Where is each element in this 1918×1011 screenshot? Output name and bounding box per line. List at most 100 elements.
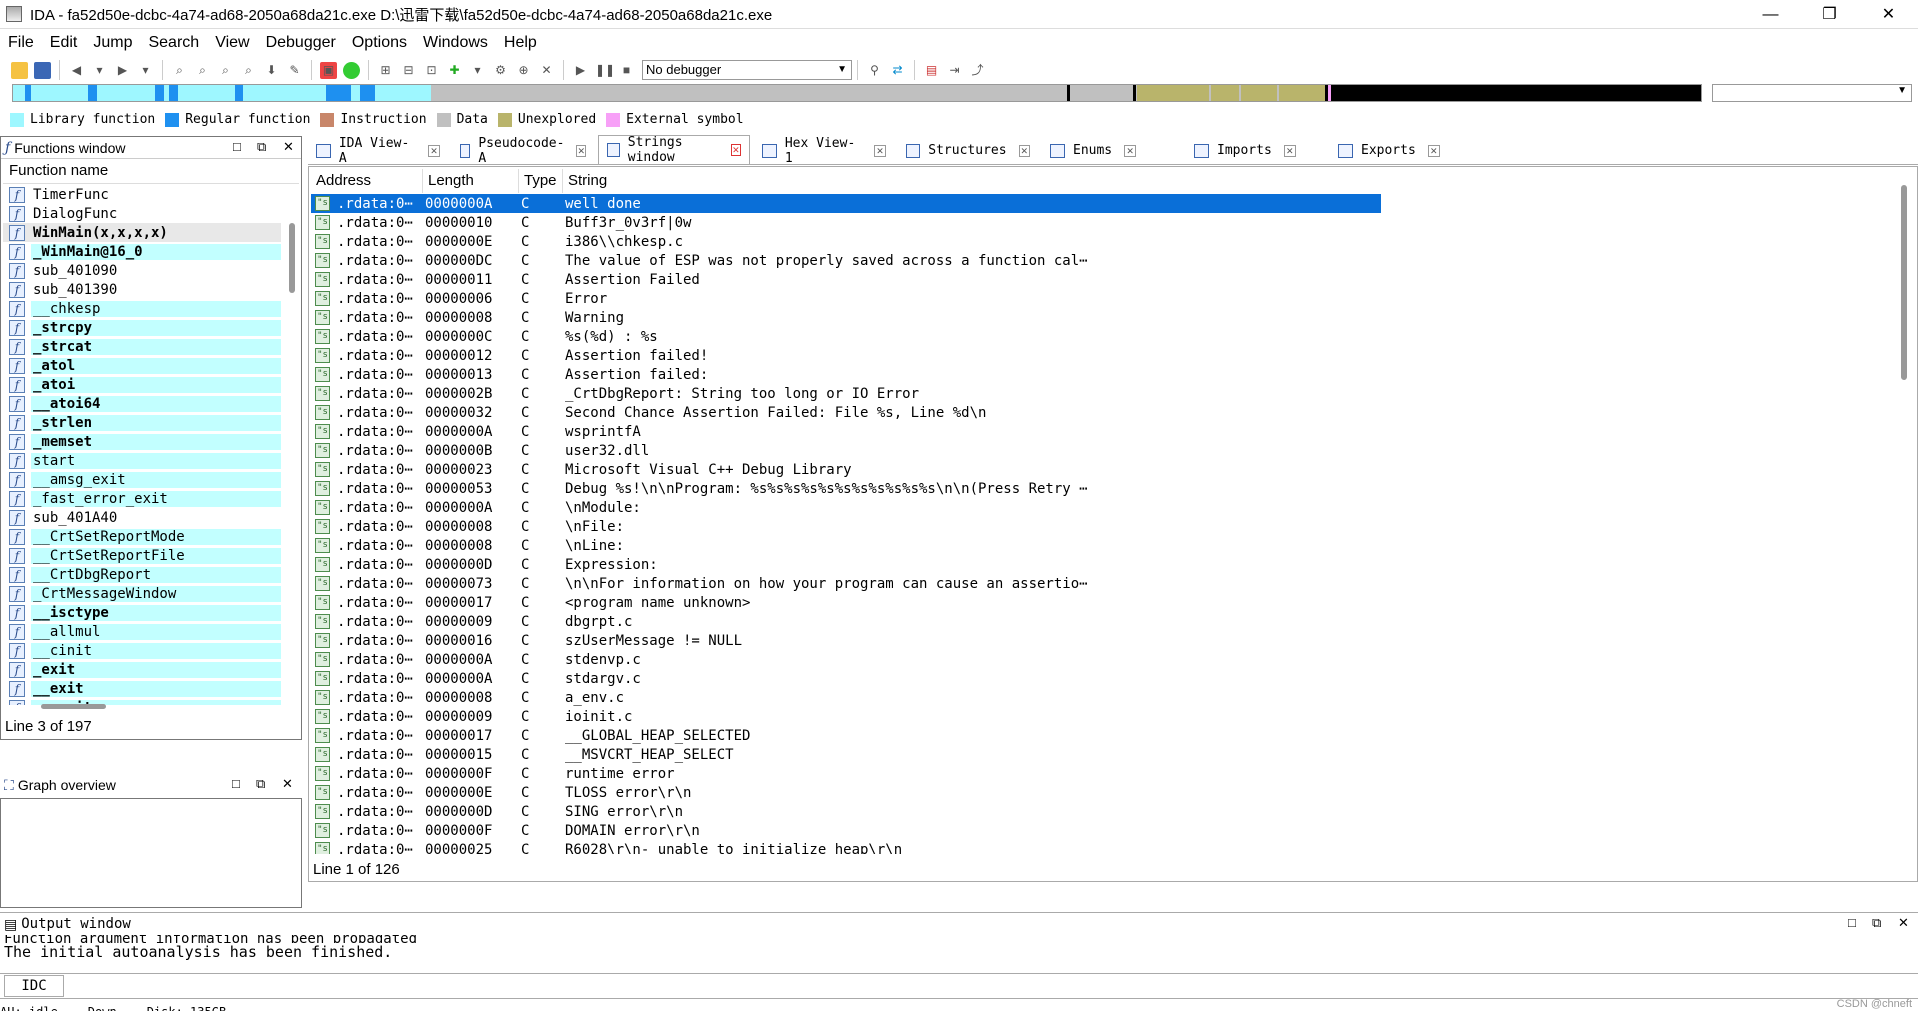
function-list-item[interactable]: f start xyxy=(3,451,281,470)
functions-vscrollbar[interactable] xyxy=(289,185,295,705)
close-tab-icon[interactable]: ✕ xyxy=(730,144,741,156)
column-length[interactable]: Length xyxy=(423,169,519,193)
add-function-icon[interactable]: ⊞ xyxy=(377,62,394,79)
tab-hex-view-1[interactable]: Hex View-1 ✕ xyxy=(754,136,894,166)
stop-process-icon[interactable]: ■ xyxy=(618,62,635,79)
tab-structures[interactable]: Structures ✕ xyxy=(898,137,1038,164)
plugin-icon[interactable]: ✚ xyxy=(446,62,463,79)
string-row[interactable]: "s .rdata:0⋯ 0000000E C TLOSS error\r\n xyxy=(311,783,1381,802)
close-tab-icon[interactable]: ✕ xyxy=(428,144,440,157)
step-icon[interactable]: ⇥ xyxy=(946,62,963,79)
string-row[interactable]: "s .rdata:0⋯ 00000009 Cdbgrpt.c xyxy=(311,612,1381,631)
string-row[interactable]: "s .rdata:0⋯ 00000025 C R6028\r\n- unable to… xyxy=(311,840,1381,854)
panel-float-icon[interactable]: ⧉ xyxy=(256,776,265,792)
string-row[interactable]: "s .rdata:0⋯ 0000000E Ci386\\chkesp.c xyxy=(311,232,1381,251)
pause-process-icon[interactable]: ❚❚ xyxy=(595,62,615,79)
functions-hscrollbar[interactable] xyxy=(41,704,106,709)
tab-pseudocode-a[interactable]: Pseudocode-A ✕ xyxy=(452,136,594,166)
enum-icon[interactable]: ⊡ xyxy=(423,62,440,79)
back-dropdown-icon[interactable]: ▾ xyxy=(91,62,108,79)
menu-help[interactable]: Help xyxy=(496,34,545,52)
string-row[interactable]: "s .rdata:0⋯ 0000000A CwsprintfA xyxy=(311,422,1381,441)
string-row[interactable]: "s .rdata:0⋯ 00000023 C Microsoft Visual C++… xyxy=(311,460,1381,479)
menu-windows[interactable]: Windows xyxy=(415,34,496,52)
string-row[interactable]: "s .rdata:0⋯ 00000017 C <program name unknow… xyxy=(311,593,1381,612)
forward-dropdown-icon[interactable]: ▾ xyxy=(137,62,154,79)
save-icon[interactable] xyxy=(34,61,51,79)
panel-float-icon[interactable]: ⧉ xyxy=(257,139,266,155)
function-list-item[interactable]: f _WinMain@16_0 xyxy=(3,242,281,261)
tab-ida-view-a[interactable]: IDA View-A ✕ xyxy=(308,136,448,166)
switch-debugger-icon[interactable]: ⇄ xyxy=(889,62,906,79)
function-list-item[interactable]: f __isctype xyxy=(3,603,281,622)
function-list-item[interactable]: f __cinit xyxy=(3,641,281,660)
string-row[interactable]: "s .rdata:0⋯ 00000008 C Warning xyxy=(311,308,1381,327)
navigation-band[interactable] xyxy=(12,84,1702,102)
string-row[interactable]: "s .rdata:0⋯ 00000010 C Buff3r_0v3rf|0w xyxy=(311,213,1381,232)
panel-maximize-icon[interactable]: □ xyxy=(233,139,241,154)
tab-strings-window[interactable]: Strings window ✕ xyxy=(598,135,750,165)
tab-imports[interactable]: Imports ✕ xyxy=(1186,137,1326,164)
panel-maximize-icon[interactable]: □ xyxy=(232,776,240,791)
function-name-column-header[interactable]: Function name xyxy=(3,162,299,184)
string-row[interactable]: "s .rdata:0⋯ 00000013 C Assertion failed: xyxy=(311,365,1381,384)
image-icon[interactable]: ▣ xyxy=(320,61,337,79)
menu-debugger[interactable]: Debugger xyxy=(258,34,344,52)
function-list-item[interactable]: f _strcpy xyxy=(3,318,281,337)
download-icon[interactable]: ⬇ xyxy=(263,62,280,79)
function-list-item[interactable]: f _strlen xyxy=(3,413,281,432)
string-row[interactable]: "s .rdata:0⋯ 00000017 C __GLOBAL_HEAP_SELECT… xyxy=(311,726,1381,745)
string-row[interactable]: "s .rdata:0⋯ 00000032 C Second Chance Assert… xyxy=(311,403,1381,422)
patch-icon[interactable]: ✎ xyxy=(286,62,303,79)
menu-file[interactable]: File xyxy=(0,34,42,52)
string-row[interactable]: "s .rdata:0⋯ 00000009 Cioinit.c xyxy=(311,707,1381,726)
function-list-item[interactable]: f __CrtDbgReport xyxy=(3,565,281,584)
function-list-item[interactable]: f _fast_error_exit xyxy=(3,489,281,508)
menu-view[interactable]: View xyxy=(207,34,257,52)
function-list-item[interactable]: f sub_401090 xyxy=(3,261,281,280)
string-row[interactable]: "s .rdata:0⋯ 0000000F C DOMAIN error\r\n xyxy=(311,821,1381,840)
navigation-select[interactable]: ▼ xyxy=(1712,84,1912,102)
menu-edit[interactable]: Edit xyxy=(42,34,86,52)
start-process-icon[interactable]: ▶ xyxy=(572,62,589,79)
string-row[interactable]: "s .rdata:0⋯ 0000000A Cwell done xyxy=(311,194,1381,213)
function-list-item[interactable]: f TimerFunc xyxy=(3,185,281,204)
function-list-item[interactable]: f __chkesp xyxy=(3,299,281,318)
menu-options[interactable]: Options xyxy=(344,34,415,52)
function-list-item[interactable]: f __amsg_exit xyxy=(3,470,281,489)
string-row[interactable]: "s .rdata:0⋯ 00000015 C __MSVCRT_HEAP_SELECT xyxy=(311,745,1381,764)
tab-enums[interactable]: Enums ✕ xyxy=(1042,137,1182,164)
idc-language-button[interactable]: IDC xyxy=(4,975,64,997)
panel-maximize-icon[interactable]: □ xyxy=(1848,915,1856,930)
string-row[interactable]: "s .rdata:0⋯ 000000DC C The value of ESP was… xyxy=(311,251,1381,270)
string-row[interactable]: "s .rdata:0⋯ 00000073 C \n\nFor information … xyxy=(311,574,1381,593)
attach-icon[interactable]: ⚲ xyxy=(866,62,883,79)
close-tab-icon[interactable]: ✕ xyxy=(1018,144,1030,157)
search-text-icon[interactable]: ⌕ xyxy=(194,62,211,79)
column-type[interactable]: Type xyxy=(519,169,563,193)
string-row[interactable]: "s .rdata:0⋯ 00000008 C \nFile: xyxy=(311,517,1381,536)
close-button[interactable]: ✕ xyxy=(1859,0,1918,29)
function-list-item[interactable]: f _atol xyxy=(3,356,281,375)
function-list-item[interactable]: f __allmul xyxy=(3,622,281,641)
string-row[interactable]: "s .rdata:0⋯ 00000011 C Assertion Failed xyxy=(311,270,1381,289)
panel-close-icon[interactable]: ✕ xyxy=(1898,915,1909,931)
close-tab-icon[interactable]: ✕ xyxy=(874,144,886,157)
breakpoint-list-icon[interactable]: ▤ xyxy=(923,62,940,79)
function-list-item[interactable]: f sub_401A40 xyxy=(3,508,281,527)
struct-icon[interactable]: ⊟ xyxy=(400,62,417,79)
panel-close-icon[interactable]: ✕ xyxy=(282,776,293,792)
string-row[interactable]: "s .rdata:0⋯ 0000000D C Expression: xyxy=(311,555,1381,574)
search-imm-icon[interactable]: ⌕ xyxy=(240,62,257,79)
string-row[interactable]: "s .rdata:0⋯ 00000006 C Error xyxy=(311,289,1381,308)
string-row[interactable]: "s .rdata:0⋯ 0000000A C \nModule: xyxy=(311,498,1381,517)
function-list-item[interactable]: f _memset xyxy=(3,432,281,451)
string-row[interactable]: "s .rdata:0⋯ 0000000B Cuser32.dll xyxy=(311,441,1381,460)
close-tab-icon[interactable]: ✕ xyxy=(1283,144,1296,157)
graph-overview-canvas[interactable] xyxy=(0,798,302,908)
function-list-item[interactable]: f sub_401390 xyxy=(3,280,281,299)
search-binary-icon[interactable]: ⌕ xyxy=(171,62,188,79)
menu-search[interactable]: Search xyxy=(140,34,207,52)
string-row[interactable]: "s .rdata:0⋯ 00000053 C Debug %s!\n\nProgram… xyxy=(311,479,1381,498)
close-tab-icon[interactable]: ✕ xyxy=(1427,144,1440,157)
